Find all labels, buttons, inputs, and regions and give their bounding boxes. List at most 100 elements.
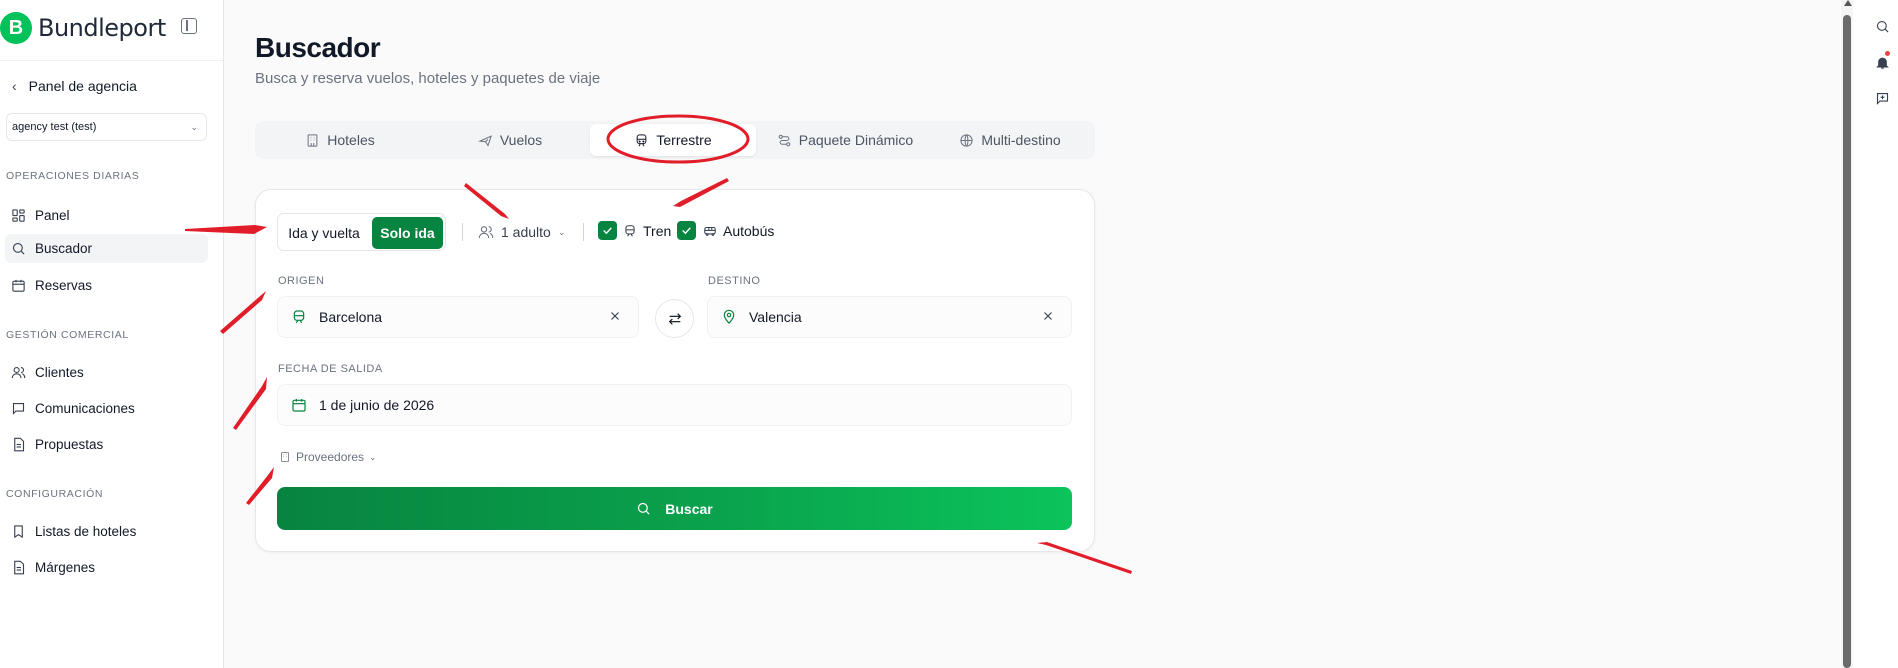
train-label: Tren: [623, 221, 671, 240]
tab-label: Multi-destino: [981, 132, 1061, 148]
section-title-operaciones: OPERACIONES DIARIAS: [6, 170, 140, 182]
sidebar-item-label: Buscador: [35, 241, 93, 256]
map-pin-icon: [721, 309, 737, 325]
destination-value: Valencia: [749, 309, 802, 325]
close-icon[interactable]: [608, 309, 624, 325]
back-to-agency-panel[interactable]: ‹ Panel de agencia: [12, 78, 137, 94]
brand-logo: B: [0, 12, 32, 44]
route-icon: [778, 134, 791, 146]
grid-icon: [10, 208, 26, 224]
brand[interactable]: B Bundleport: [0, 12, 166, 44]
tab-vuelos[interactable]: Vuelos: [425, 121, 595, 159]
sidebar-item-margenes[interactable]: Márgenes: [5, 553, 208, 582]
close-icon[interactable]: [1041, 309, 1057, 325]
bus-checkbox[interactable]: [677, 221, 696, 240]
search-icon[interactable]: [1873, 17, 1891, 35]
train-label-text: Tren: [643, 222, 672, 239]
users-icon: [10, 365, 26, 381]
calendar-icon: [291, 397, 307, 413]
swap-button[interactable]: [655, 299, 694, 338]
calendar-icon: [10, 278, 26, 294]
search-icon: [638, 502, 650, 515]
tab-hoteles[interactable]: Hoteles: [255, 121, 425, 159]
sidebar-item-panel[interactable]: Panel: [5, 201, 208, 230]
users-icon: [478, 226, 494, 239]
sidebar-item-label: Reservas: [35, 278, 93, 293]
sidebar: B Bundleport ‹ Panel de agencia agency t…: [0, 0, 224, 668]
check-icon: [603, 227, 612, 235]
providers-label: Proveedores: [296, 450, 365, 464]
destination-field[interactable]: Valencia: [707, 296, 1072, 338]
passengers-select[interactable]: 1 adulto ⌄: [478, 221, 565, 243]
agency-select[interactable]: agency test (test) ⌄: [6, 113, 207, 141]
message-icon: [10, 401, 26, 417]
sidebar-item-comunicaciones[interactable]: Comunicaciones: [5, 394, 208, 423]
departure-date-field[interactable]: 1 de junio de 2026: [277, 384, 1072, 426]
tab-paquete-dinamico[interactable]: Paquete Dinámico: [760, 121, 930, 159]
trip-type-toggle: Ida y vuelta Solo ida: [277, 213, 446, 251]
scrollbar-thumb[interactable]: [1843, 15, 1851, 668]
origin-field[interactable]: Barcelona: [277, 296, 639, 338]
notification-dot: [1885, 51, 1890, 56]
sidebar-item-label: Márgenes: [35, 560, 96, 575]
tab-label: Terrestre: [656, 132, 712, 148]
origin-label: ORIGEN: [278, 275, 325, 287]
sidebar-item-propuestas[interactable]: Propuestas: [5, 430, 208, 459]
chevron-down-icon: ⌄: [190, 121, 198, 132]
passengers-value: 1 adulto: [501, 224, 551, 240]
section-title-configuracion: CONFIGURACIÓN: [6, 488, 104, 500]
search-icon: [10, 241, 26, 257]
sidebar-divider: [0, 60, 223, 61]
sidebar-item-label: Clientes: [35, 365, 84, 380]
providers-dropdown[interactable]: Proveedores ⌄: [279, 450, 377, 464]
search-type-tabs: Hoteles Vuelos Terrestre Paquete Dinámic…: [255, 121, 1095, 159]
origin-value: Barcelona: [319, 309, 383, 325]
section-title-gestion: GESTIÓN COMERCIAL: [6, 329, 129, 341]
destination-label: DESTINO: [708, 275, 761, 287]
brand-name: Bundleport: [38, 14, 166, 42]
document-icon: [10, 437, 26, 453]
sidebar-item-reservas[interactable]: Reservas: [5, 271, 208, 300]
app-root: B Bundleport ‹ Panel de agencia agency t…: [0, 0, 1898, 668]
agency-select-value: agency test (test): [12, 121, 97, 133]
divider: [462, 223, 463, 241]
train-icon: [625, 224, 635, 236]
round-trip-option[interactable]: Ida y vuelta: [282, 217, 366, 249]
sidebar-item-label: Listas de hoteles: [35, 524, 137, 539]
tab-terrestre[interactable]: Terrestre: [590, 124, 756, 156]
departure-value: 1 de junio de 2026: [319, 397, 435, 413]
check-icon: [682, 227, 691, 235]
scroll-up-arrow-icon[interactable]: [1844, 0, 1852, 6]
search-button[interactable]: Buscar: [277, 487, 1072, 530]
sidebar-item-label: Comunicaciones: [35, 401, 135, 416]
bus-label: Autobús: [703, 221, 774, 240]
sidebar-toggle-icon[interactable]: [181, 18, 197, 34]
page-title: Buscador: [255, 32, 381, 63]
sidebar-item-clientes[interactable]: Clientes: [5, 358, 208, 387]
building-icon: [307, 133, 318, 147]
bookmark-icon: [10, 524, 26, 540]
feedback-icon[interactable]: [1873, 89, 1891, 107]
divider: [583, 223, 584, 241]
train-checkbox[interactable]: [598, 221, 617, 240]
sidebar-item-listas-hoteles[interactable]: Listas de hoteles: [5, 517, 208, 546]
swap-arrows-icon: [668, 312, 681, 325]
chevron-down-icon: ⌄: [369, 451, 377, 462]
tab-multi-destino[interactable]: Multi-destino: [925, 121, 1095, 159]
one-way-option[interactable]: Solo ida: [372, 217, 443, 249]
train-icon: [291, 309, 307, 325]
tab-label: Vuelos: [499, 132, 543, 148]
chevron-left-icon: ‹: [12, 78, 17, 94]
back-label: Panel de agencia: [28, 78, 137, 94]
tab-label: Paquete Dinámico: [798, 132, 914, 148]
bus-icon: [704, 226, 716, 236]
globe-icon: [960, 133, 973, 147]
sidebar-item-buscador[interactable]: Buscador: [5, 234, 208, 263]
document-icon: [10, 560, 26, 576]
page-subtitle: Busca y reserva vuelos, hoteles y paquet…: [255, 70, 601, 87]
plane-icon: [477, 134, 492, 147]
sidebar-item-label: Propuestas: [35, 437, 104, 452]
tab-label: Hoteles: [327, 132, 375, 148]
building-icon: [281, 452, 289, 462]
bus-label-text: Autobús: [723, 222, 775, 239]
